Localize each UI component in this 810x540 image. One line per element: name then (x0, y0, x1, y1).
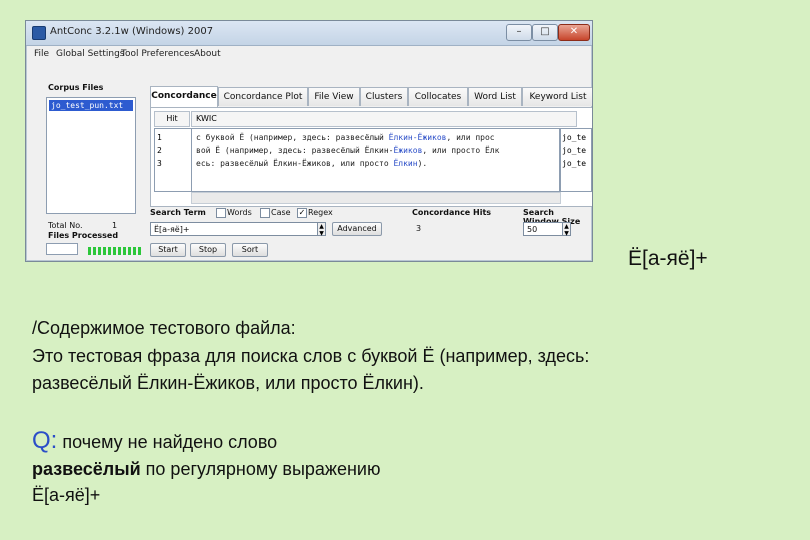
regex-checkbox[interactable]: ✓ (297, 208, 307, 218)
kwic-line[interactable]: есь: развесёлый Ёлкин-Ёжиков, или просто… (196, 159, 427, 168)
corpus-file-item[interactable]: jo_test_pun.txt (49, 100, 133, 111)
sort-button[interactable]: Sort (232, 243, 268, 257)
hit-number: 3 (157, 159, 162, 168)
progress-segment (88, 247, 91, 255)
tab-clusters[interactable]: Clusters (360, 87, 408, 106)
kwic-right-context: , или просто Ёлк (422, 146, 500, 155)
horizontal-scrollbar[interactable] (191, 192, 561, 204)
concordance-hits-label: Concordance Hits (412, 208, 492, 217)
total-files-label: Total No. (48, 221, 83, 230)
maximize-button[interactable]: □ (532, 24, 558, 41)
progress-segment (138, 247, 141, 255)
close-button[interactable]: ✕ (558, 24, 590, 41)
regex-label: Regex (308, 208, 333, 217)
file-content-line-1: Это тестовая фраза для поиска слов с бук… (32, 346, 590, 366)
antconc-window: AntConc 3.2.1w (Windows) 2007 – □ ✕ File… (25, 20, 593, 262)
question-line-2: развесёлый по регулярному выражению (32, 459, 380, 480)
progress-segment (118, 247, 121, 255)
tab-file-view[interactable]: File View (308, 87, 360, 106)
kwic-lines[interactable]: с буквой Ё (например, здесь: развесёлый … (191, 128, 561, 192)
regex-pattern-display: Ё[а-яё]+ (628, 247, 708, 270)
kwic-keyword[interactable]: Ёлкин (393, 159, 417, 168)
concordance-hits-value: 3 (416, 224, 422, 233)
question-regex: Ё[а-яё]+ (32, 485, 101, 505)
file-name-cell: jo_te (562, 159, 587, 168)
search-term-label: Search Term (150, 208, 206, 217)
tab-collocates[interactable]: Collocates (408, 87, 468, 106)
kwic-left-context: с буквой Ё (например, здесь: развесёлый (196, 133, 389, 142)
concordance-panel: Hit KWIC 1 2 3 с буквой Ё (например, зде… (150, 107, 592, 207)
stop-button[interactable]: Stop (190, 243, 226, 257)
search-window-size-spinner[interactable]: ▲ ▼ (562, 222, 571, 237)
progress-segment (98, 247, 101, 255)
start-button[interactable]: Start (150, 243, 186, 257)
file-name-cell: jo_te (562, 133, 587, 142)
progress-segment (93, 247, 96, 255)
app-icon (32, 26, 46, 40)
hit-number: 1 (157, 133, 162, 142)
menu-about[interactable]: About (194, 49, 221, 59)
file-content-line-2: развесёлый Ёлкин-Ёжиков, или просто Ёлки… (32, 373, 424, 393)
minimize-button[interactable]: – (506, 24, 532, 41)
advanced-button[interactable]: Advanced (332, 222, 382, 236)
question-rest: по регулярному выражению (140, 459, 381, 479)
tab-word-list[interactable]: Word List (468, 87, 522, 106)
menu-global-settings[interactable]: Global Settings (56, 49, 124, 59)
menu-bar: File Global Settings Tool Preferences Ab… (26, 46, 592, 64)
files-processed-label: Files Processed (48, 231, 119, 240)
tab-concordance-plot[interactable]: Concordance Plot (218, 87, 308, 106)
case-label: Case (271, 208, 291, 217)
tab-keyword-list[interactable]: Keyword List (522, 87, 592, 106)
tab-concordance[interactable]: Concordance (150, 86, 218, 107)
words-label: Words (227, 208, 252, 217)
tool-tabs: Concordance Concordance Plot File View C… (150, 86, 592, 107)
title-bar[interactable]: AntConc 3.2.1w (Windows) 2007 – □ ✕ (26, 21, 592, 46)
files-processed-box (46, 243, 78, 255)
menu-file[interactable]: File (34, 49, 49, 59)
kwic-left-context: есь: развесёлый Ёлкин-Ёжиков, или просто (196, 159, 394, 168)
question-line: Q: почему не найдено слово (32, 427, 277, 455)
question-marker: Q: (32, 427, 58, 454)
search-term-input[interactable]: Ё[а-яё]+ (150, 222, 318, 236)
kwic-line[interactable]: с буквой Ё (например, здесь: развесёлый … (196, 133, 495, 142)
corpus-files-label: Corpus Files (48, 83, 104, 92)
kwic-column-header[interactable]: KWIC (191, 111, 577, 127)
progress-segment (123, 247, 126, 255)
progress-segment (133, 247, 136, 255)
words-checkbox[interactable] (216, 208, 226, 218)
total-files-value: 1 (112, 221, 118, 230)
progress-segment (113, 247, 116, 255)
hit-number: 2 (157, 146, 162, 155)
file-column: jo_te jo_te jo_te (559, 128, 592, 192)
question-text: почему не найдено слово (57, 432, 278, 452)
kwic-keyword[interactable]: Ёлкин-Ёжиков (389, 133, 447, 142)
kwic-line[interactable]: вой Ё (например, здесь: развесёлый Ёлкин… (196, 146, 499, 155)
hit-column-header[interactable]: Hit (154, 111, 190, 127)
progress-segment (103, 247, 106, 255)
file-name-cell: jo_te (562, 146, 587, 155)
progress-segment (108, 247, 111, 255)
kwic-right-context: , или прос (446, 133, 495, 142)
kwic-left-context: вой Ё (например, здесь: развесёлый Ёлкин… (196, 146, 394, 155)
search-history-spinner[interactable]: ▲ ▼ (317, 222, 326, 237)
corpus-file-list[interactable]: jo_test_pun.txt (46, 97, 136, 214)
case-checkbox[interactable] (260, 208, 270, 218)
kwic-right-context: ). (417, 159, 428, 168)
file-content-heading: /Содержимое тестового файла: (32, 318, 296, 338)
kwic-keyword[interactable]: Ёжиков (393, 146, 422, 155)
menu-tool-preferences[interactable]: Tool Preferences (121, 49, 194, 59)
window-title: AntConc 3.2.1w (Windows) 2007 (50, 26, 214, 37)
progress-segment (128, 247, 131, 255)
search-window-size-input[interactable]: 50 (523, 222, 563, 236)
hit-column: 1 2 3 (154, 128, 192, 192)
question-word: развесёлый (32, 459, 141, 479)
